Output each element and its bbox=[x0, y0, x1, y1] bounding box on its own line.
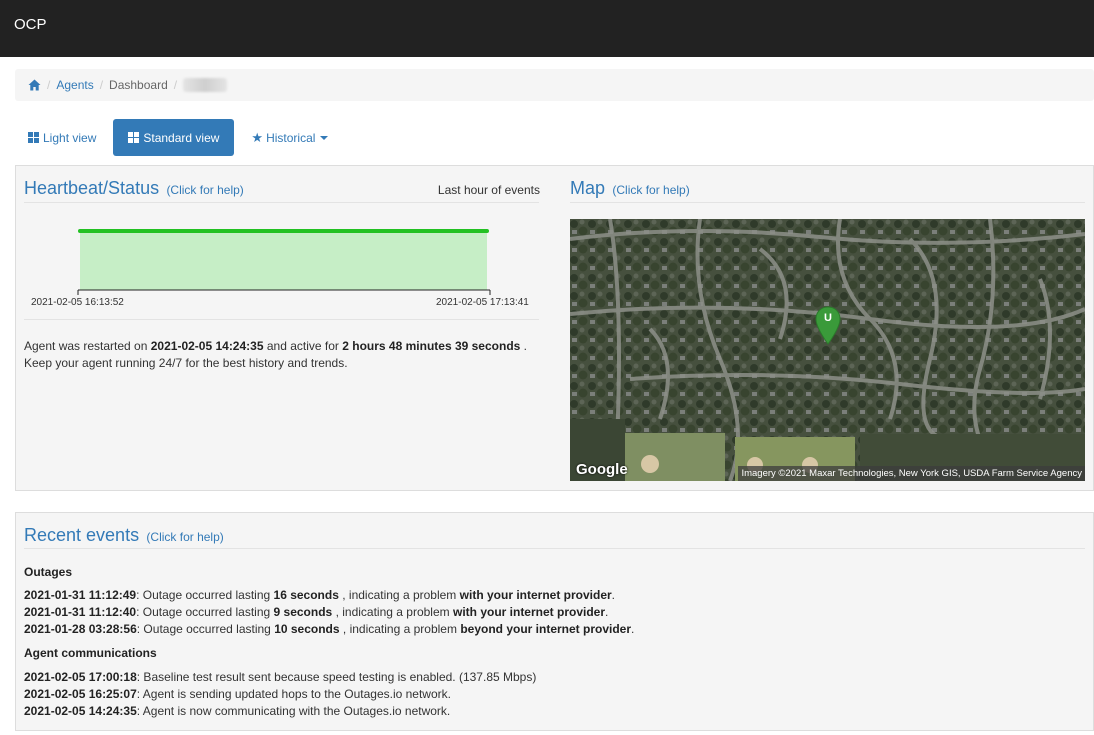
restart-time: 2021-02-05 14:24:35 bbox=[150, 339, 264, 353]
divider bbox=[24, 548, 1085, 549]
event-duration: 10 seconds bbox=[274, 622, 340, 636]
event-location: with your internet provider bbox=[452, 605, 605, 619]
event-text: : Outage occurred lasting bbox=[136, 605, 271, 619]
heartbeat-uptime-area bbox=[80, 231, 487, 290]
outages-heading: Outages bbox=[24, 565, 73, 579]
view-toggle-group: Light view Standard view ★ Historical bbox=[15, 119, 345, 156]
caret-down-icon bbox=[320, 135, 329, 140]
map-marker-pin[interactable]: U bbox=[815, 306, 841, 346]
light-view-button[interactable]: Light view bbox=[15, 119, 109, 156]
status-msg-text: and active for bbox=[266, 339, 339, 353]
status-panel: Heartbeat/Status (Click for help) Last h… bbox=[15, 165, 1094, 491]
comm-row: 2021-02-05 14:24:35: Agent is now commun… bbox=[24, 704, 450, 718]
home-icon[interactable] bbox=[28, 79, 41, 91]
standard-view-label: Standard view bbox=[143, 130, 220, 145]
event-text: : Agent is now communicating with the Ou… bbox=[136, 704, 451, 718]
map-section: Map (Click for help) U Google Imagery ©2… bbox=[569, 166, 1093, 490]
map-attribution: Imagery ©2021 Maxar Technologies, New Yo… bbox=[738, 466, 1085, 481]
event-text: : Outage occurred lasting bbox=[136, 588, 271, 602]
star-icon: ★ bbox=[251, 129, 264, 145]
status-msg-text: . bbox=[523, 339, 528, 353]
map-help-link[interactable]: (Click for help) bbox=[612, 183, 689, 197]
breadcrumb-agent-name-redacted bbox=[183, 78, 228, 92]
active-duration: 2 hours 48 minutes 39 seconds bbox=[342, 339, 521, 353]
breadcrumb: / Agents / Dashboard / bbox=[15, 69, 1094, 101]
status-msg-text: Agent was restarted on bbox=[24, 339, 148, 353]
event-time: 2021-02-05 16:25:07 bbox=[24, 687, 137, 701]
event-duration: 16 seconds bbox=[273, 588, 339, 602]
heartbeat-section: Heartbeat/Status (Click for help) Last h… bbox=[16, 166, 556, 490]
event-text: : Baseline test result sent because spee… bbox=[136, 670, 537, 684]
brand-logo[interactable]: OCP bbox=[14, 16, 47, 33]
divider bbox=[24, 202, 539, 203]
event-location: with your internet provider bbox=[459, 588, 612, 602]
recent-events-title: Recent events bbox=[24, 525, 140, 545]
heartbeat-title: Heartbeat/Status bbox=[24, 178, 160, 198]
event-duration: 9 seconds bbox=[273, 605, 333, 619]
heartbeat-end-time: 2021-02-05 17:13:41 bbox=[436, 297, 529, 308]
event-text: . bbox=[611, 588, 616, 602]
light-view-label: Light view bbox=[43, 130, 97, 145]
recent-events-help-link[interactable]: (Click for help) bbox=[146, 530, 223, 544]
event-text: : Agent is sending updated hops to the O… bbox=[136, 687, 451, 701]
historical-dropdown[interactable]: ★ Historical bbox=[238, 119, 341, 156]
event-time: 2021-01-31 11:12:49 bbox=[24, 588, 137, 602]
event-time: 2021-02-05 14:24:35 bbox=[24, 704, 137, 718]
breadcrumb-separator: / bbox=[47, 78, 51, 92]
event-time: 2021-01-28 03:28:56 bbox=[24, 622, 137, 636]
grid-icon bbox=[128, 132, 140, 143]
heartbeat-help-link[interactable]: (Click for help) bbox=[166, 183, 243, 197]
status-msg-hint: Keep your agent running 24/7 for the bes… bbox=[24, 356, 348, 370]
map-title: Map bbox=[570, 178, 606, 198]
event-text: . bbox=[605, 605, 609, 619]
breadcrumb-separator: / bbox=[99, 78, 104, 92]
breadcrumb-dashboard: Dashboard bbox=[109, 78, 168, 92]
grid-icon bbox=[28, 132, 39, 143]
event-time: 2021-01-31 11:12:40 bbox=[24, 605, 137, 619]
recent-events-panel: Recent events (Click for help) Outages 2… bbox=[15, 512, 1094, 731]
comm-row: 2021-02-05 17:00:18: Baseline test resul… bbox=[24, 670, 536, 684]
historical-label: Historical bbox=[266, 130, 316, 145]
google-logo[interactable]: Google bbox=[576, 461, 628, 478]
outage-row: 2021-01-31 11:12:49: Outage occurred las… bbox=[24, 588, 615, 602]
comm-row: 2021-02-05 16:25:07: Agent is sending up… bbox=[24, 687, 451, 701]
event-text: : Outage occurred lasting bbox=[136, 622, 271, 636]
top-navbar: OCP bbox=[0, 0, 1094, 57]
event-text: . bbox=[631, 622, 635, 636]
breadcrumb-agents-link[interactable]: Agents bbox=[56, 78, 93, 92]
event-text: , indicating a problem bbox=[342, 588, 457, 602]
standard-view-button[interactable]: Standard view bbox=[113, 119, 235, 156]
divider bbox=[570, 202, 1085, 203]
agent-status-message: Agent was restarted on 2021-02-05 14:24:… bbox=[24, 338, 549, 372]
map-marker-label: U bbox=[824, 312, 832, 324]
outage-row: 2021-01-31 11:12:40: Outage occurred las… bbox=[24, 605, 608, 619]
event-text: , indicating a problem bbox=[342, 622, 457, 636]
map-field bbox=[625, 433, 725, 481]
heartbeat-start-time: 2021-02-05 16:13:52 bbox=[31, 297, 124, 308]
event-text: , indicating a problem bbox=[335, 605, 450, 619]
heartbeat-range-label: Last hour of events bbox=[437, 183, 540, 197]
event-location: beyond your internet provider bbox=[460, 622, 632, 636]
satellite-map[interactable]: U Google Imagery ©2021 Maxar Technologie… bbox=[570, 219, 1085, 481]
outage-row: 2021-01-28 03:28:56: Outage occurred las… bbox=[24, 622, 634, 636]
agent-communications-heading: Agent communications bbox=[24, 646, 157, 660]
event-time: 2021-02-05 17:00:18 bbox=[24, 670, 137, 684]
breadcrumb-separator: / bbox=[173, 78, 178, 92]
divider bbox=[24, 319, 539, 320]
